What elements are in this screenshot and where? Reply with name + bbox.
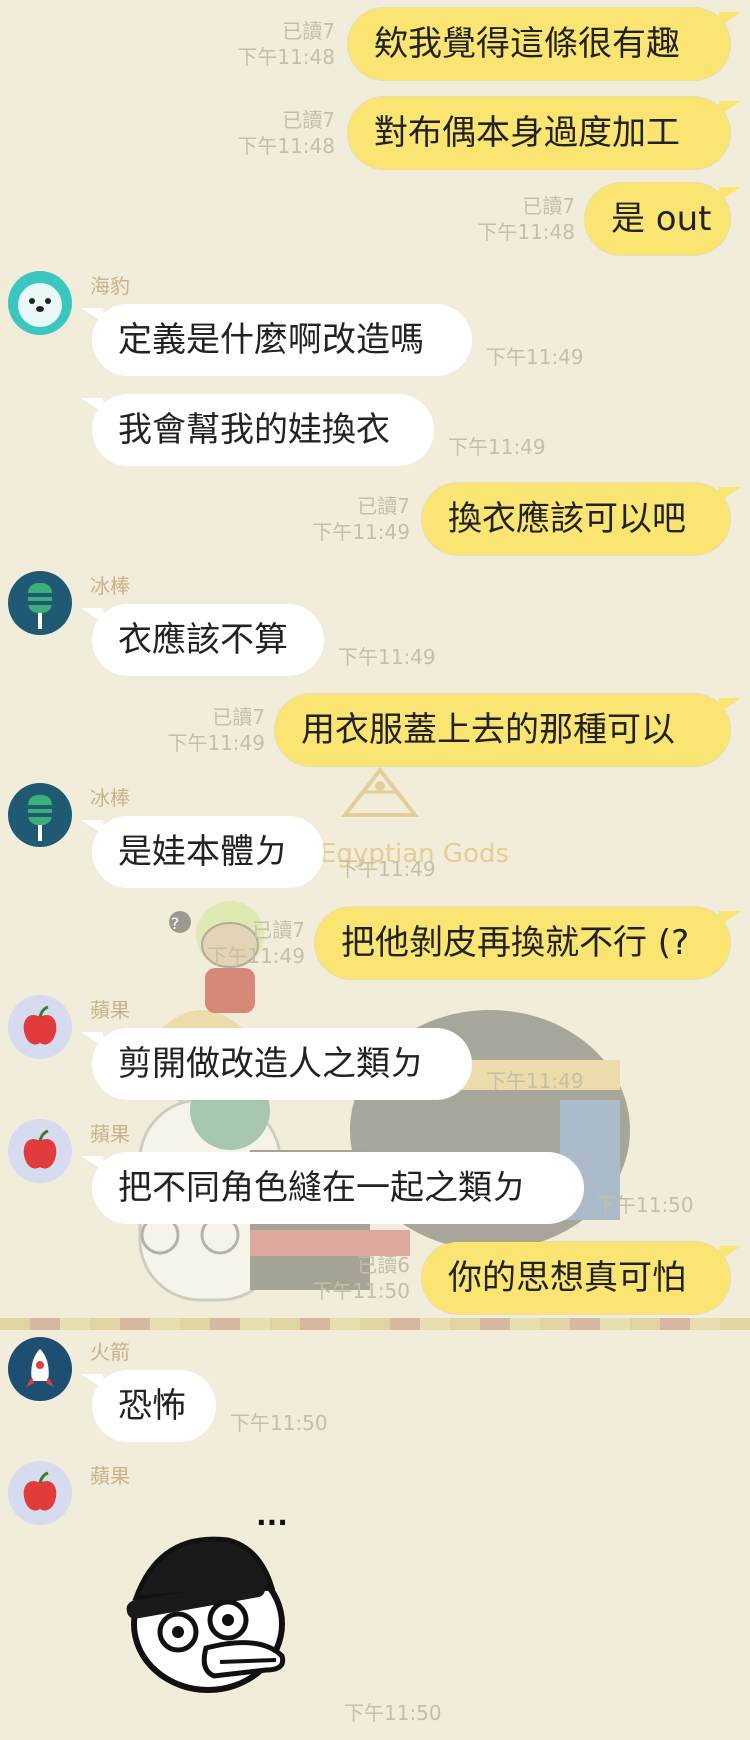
message-bubble[interactable]: 是 out — [585, 183, 730, 255]
apple-avatar-icon[interactable] — [8, 995, 72, 1059]
read-receipt: 已讀6 — [357, 1253, 410, 1277]
message-time: 下午11:49 — [338, 857, 436, 881]
read-receipt: 已讀7 — [282, 108, 335, 132]
popsicle-avatar-icon[interactable] — [8, 783, 72, 847]
duck-beanie-sticker[interactable]: ··· — [110, 1506, 310, 1714]
apple-avatar-icon[interactable] — [8, 1461, 72, 1525]
message-bubble[interactable]: 把他剝皮再換就不行 (? — [315, 907, 730, 979]
message-bubble[interactable]: 把不同角色縫在一起之類ㄉ — [92, 1152, 584, 1224]
message-time: 下午11:49 — [312, 520, 410, 544]
message-time: 下午11:49 — [486, 1069, 584, 1093]
message-time: 下午11:50 — [312, 1279, 410, 1303]
message-bubble[interactable]: 是娃本體ㄉ — [92, 816, 324, 888]
message-bubble[interactable]: 對布偶本身過度加工 — [348, 97, 730, 169]
message-time: 下午11:50 — [596, 1193, 694, 1217]
sender-name: 蘋果 — [90, 998, 130, 1022]
read-receipt: 已讀7 — [522, 194, 575, 218]
message-bubble[interactable]: 剪開做改造人之類ㄉ — [92, 1028, 472, 1100]
message-bubble[interactable]: 換衣應該可以吧 — [422, 483, 730, 555]
message-time: 下午11:48 — [477, 220, 575, 244]
sender-name: 火箭 — [90, 1340, 130, 1364]
message-bubble[interactable]: 恐怖 — [92, 1370, 216, 1442]
message-time: 下午11:50 — [230, 1411, 328, 1435]
message-time: 下午11:49 — [338, 645, 436, 669]
message-bubble[interactable]: 定義是什麼啊改造嗎 — [92, 304, 472, 376]
apple-avatar-icon[interactable] — [8, 1119, 72, 1183]
rocket-avatar-icon[interactable] — [8, 1337, 72, 1401]
message-time: 下午11:48 — [237, 134, 335, 158]
sender-name: 蘋果 — [90, 1464, 130, 1488]
seal-avatar-icon[interactable] — [8, 271, 72, 335]
read-receipt: 已讀7 — [252, 918, 305, 942]
message-time: 下午11:49 — [167, 731, 265, 755]
message-bubble[interactable]: 衣應該不算 — [92, 604, 324, 676]
sender-name: 蘋果 — [90, 1122, 130, 1146]
message-bubble[interactable]: 我會幫我的娃換衣 — [92, 394, 434, 466]
sticker-ellipsis: ··· — [256, 1506, 288, 1539]
sender-name: 海豹 — [90, 274, 130, 298]
message-bubble[interactable]: 用衣服蓋上去的那種可以 — [275, 694, 730, 766]
message-time: 下午11:48 — [237, 45, 335, 69]
read-receipt: 已讀7 — [282, 19, 335, 43]
message-bubble[interactable]: 欸我覺得這條很有趣 — [348, 8, 730, 80]
message-time: 下午11:50 — [344, 1701, 442, 1725]
sender-name: 冰棒 — [90, 574, 130, 598]
read-receipt: 已讀7 — [212, 705, 265, 729]
message-time: 下午11:49 — [207, 944, 305, 968]
chat-message-list[interactable]: 已讀7 下午11:48 欸我覺得這條很有趣 已讀7 下午11:48 對布偶本身過… — [0, 0, 750, 1740]
popsicle-avatar-icon[interactable] — [8, 571, 72, 635]
message-time: 下午11:49 — [486, 345, 584, 369]
read-receipt: 已讀7 — [357, 494, 410, 518]
message-time: 下午11:49 — [448, 435, 546, 459]
sender-name: 冰棒 — [90, 786, 130, 810]
message-bubble[interactable]: 你的思想真可怕 — [422, 1242, 730, 1314]
